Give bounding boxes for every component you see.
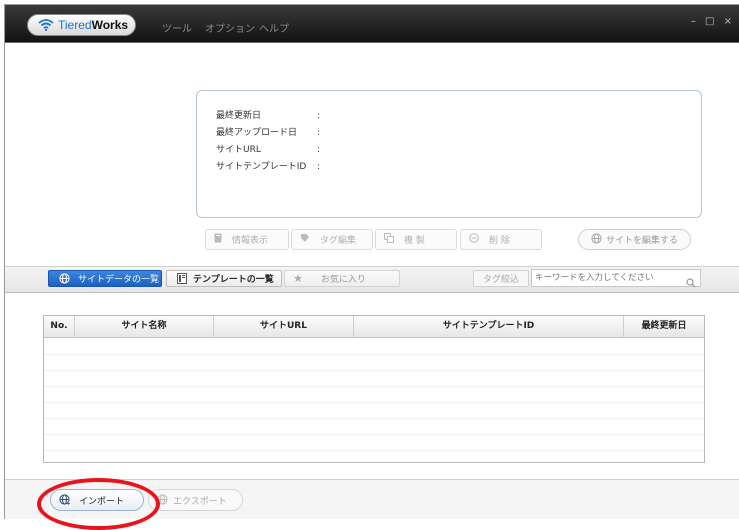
tag-filter-button[interactable]: タグ絞込 — [473, 270, 529, 287]
site-table: No. サイト名称 サイトURL サイトテンプレートID 最終更新日 — [43, 315, 705, 463]
table-row — [44, 434, 704, 435]
info-view-label: 情報表示 — [232, 236, 269, 246]
wifi-icon — [38, 19, 54, 31]
tab-favorites-label: お気に入り — [320, 275, 366, 285]
table-header: No. サイト名称 サイトURL サイトテンプレートID 最終更新日 — [44, 316, 704, 338]
menu-tools[interactable]: ツール — [162, 20, 192, 35]
highlight-annotation-circle — [37, 478, 160, 530]
copy-icon — [384, 233, 394, 246]
info-colon: : — [317, 162, 321, 172]
table-row — [44, 386, 704, 387]
titlebar-divider — [5, 42, 739, 43]
column-header-no[interactable]: No. — [44, 316, 75, 337]
column-header-template-id[interactable]: サイトテンプレートID — [354, 316, 624, 337]
title-bar: Tiered Works ツール オプション ヘルプ – □ × — [5, 5, 739, 42]
search-icon[interactable] — [686, 273, 696, 292]
tab-favorites[interactable]: ★ お気に入り — [284, 270, 400, 287]
edit-site-label: サイトを編集する — [605, 236, 678, 246]
info-last-upload-label: 最終アップロード日 — [216, 128, 298, 138]
column-header-site-url[interactable]: サイトURL — [214, 316, 354, 337]
info-template-id-label: サイトテンプレートID — [216, 162, 307, 172]
globe-icon — [591, 232, 602, 247]
document-icon — [214, 233, 222, 246]
column-header-site-name[interactable]: サイト名称 — [75, 316, 214, 337]
menu-help[interactable]: ヘルプ — [259, 20, 289, 35]
column-header-last-updated[interactable]: 最終更新日 — [624, 316, 704, 337]
logo-text-works: Works — [91, 18, 129, 32]
tab-template-list[interactable]: テンプレートの一覧 — [166, 270, 282, 287]
tag-edit-button[interactable]: タグ編集 — [291, 229, 373, 250]
tab-site-data-list-label: サイトデータの一覧 — [78, 275, 160, 285]
delete-label: 削 除 — [489, 236, 510, 246]
table-row — [44, 370, 704, 371]
app-logo[interactable]: Tiered Works — [27, 14, 136, 36]
tab-site-data-list[interactable]: サイトデータの一覧 — [48, 270, 162, 287]
star-icon: ★ — [293, 272, 303, 285]
tag-icon — [300, 233, 310, 246]
template-icon — [177, 273, 187, 284]
duplicate-button[interactable]: 複 製 — [375, 229, 457, 250]
info-last-updated-label: 最終更新日 — [216, 111, 262, 121]
info-colon: : — [317, 128, 321, 138]
tag-filter-label: タグ絞込 — [482, 275, 519, 285]
table-row — [44, 418, 704, 419]
menu-options[interactable]: オプション — [205, 20, 255, 35]
window-controls[interactable]: – □ × — [691, 16, 735, 27]
duplicate-label: 複 製 — [404, 236, 425, 246]
keyword-search-input[interactable] — [531, 269, 701, 287]
globe-icon — [59, 273, 70, 284]
tab-template-list-label: テンプレートの一覧 — [193, 275, 274, 285]
info-colon: : — [317, 111, 321, 121]
info-site-url-label: サイトURL — [216, 145, 261, 155]
delete-button[interactable]: 削 除 — [460, 229, 542, 250]
tag-edit-label: タグ編集 — [320, 236, 357, 246]
table-row — [44, 402, 704, 403]
table-row — [44, 354, 704, 355]
info-view-button[interactable]: 情報表示 — [205, 229, 289, 250]
info-colon: : — [317, 145, 321, 155]
site-info-panel: 最終更新日 : 最終アップロード日 : サイトURL : サイトテンプレートID… — [196, 90, 702, 218]
logo-text-tiered: Tiered — [58, 18, 92, 32]
table-row — [44, 450, 704, 451]
export-label: エクスポート — [173, 496, 227, 507]
edit-site-button[interactable]: サイトを編集する — [578, 229, 691, 250]
export-button[interactable]: エクスポート — [148, 489, 243, 511]
minus-circle-icon — [469, 233, 479, 246]
